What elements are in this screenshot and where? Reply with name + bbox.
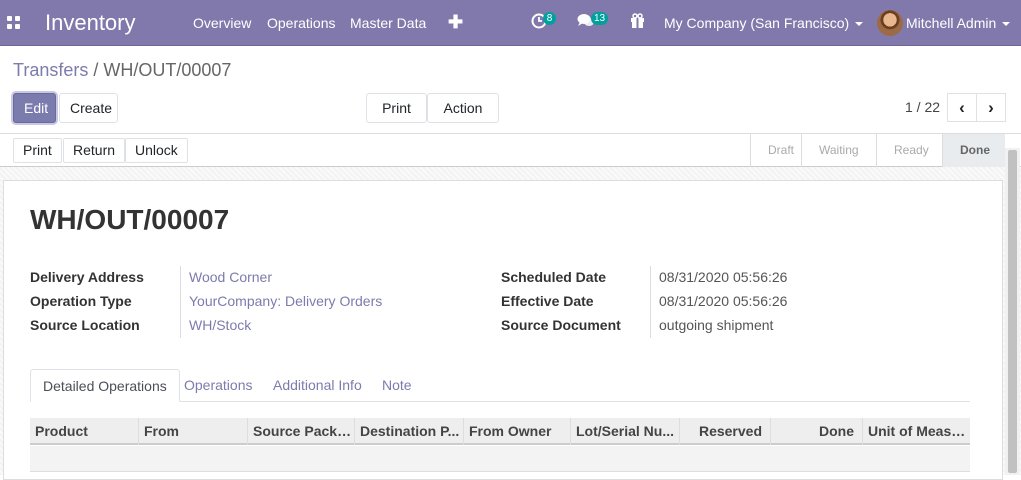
scrollbar-thumb[interactable]: [1008, 150, 1017, 473]
column-reserved[interactable]: Reserved: [680, 418, 771, 445]
delivery-address-value[interactable]: Wood Corner: [189, 269, 272, 285]
effective-date-value: 08/31/2020 05:56:26: [659, 293, 788, 309]
tab-operations[interactable]: Operations: [184, 369, 252, 402]
field-divider: [650, 266, 651, 338]
apps-menu-icon[interactable]: [7, 16, 20, 29]
column-product[interactable]: Product: [30, 418, 139, 445]
source-document-value: outgoing shipment: [659, 317, 774, 333]
breadcrumb: Transfers / WH/OUT/00007: [13, 60, 231, 81]
pager-value[interactable]: 1 / 22: [905, 99, 940, 115]
pager-next-button[interactable]: ›: [976, 93, 1006, 122]
action-dropdown[interactable]: Action: [427, 93, 499, 140]
top-navbar: Inventory Overview Operations Master Dat…: [0, 0, 1021, 46]
table-header: Product From Source Packa... Destination…: [30, 418, 970, 445]
column-unit-of-measure[interactable]: Unit of Measu...: [863, 418, 970, 445]
tab-additional-info[interactable]: Additional Info: [273, 369, 362, 402]
stage-waiting: Waiting: [801, 134, 876, 167]
activity-badge: 8: [543, 12, 556, 25]
user-menu[interactable]: Mitchell Admin: [906, 15, 1011, 31]
column-done[interactable]: Done: [771, 418, 863, 445]
tab-detailed-operations[interactable]: Detailed Operations: [30, 369, 180, 402]
user-avatar[interactable]: [877, 10, 903, 36]
delivery-address-label: Delivery Address: [30, 269, 144, 285]
return-button[interactable]: Return: [63, 138, 126, 163]
messages-badge: 13: [591, 12, 609, 25]
form-statusbar: Print Return Unlock Draft Waiting Ready …: [0, 134, 1021, 167]
source-location-label: Source Location: [30, 317, 140, 333]
effective-date-label: Effective Date: [501, 293, 594, 309]
action-label: Action: [443, 100, 483, 116]
company-name: My Company (San Francisco): [664, 15, 850, 31]
gift-icon[interactable]: [630, 13, 645, 33]
chevron-down-icon: [1002, 22, 1011, 27]
column-destination-package[interactable]: Destination P...: [355, 418, 464, 445]
stage-draft: Draft: [750, 134, 801, 167]
operation-type-value[interactable]: YourCompany: Delivery Orders: [189, 293, 382, 309]
scrollbar[interactable]: [1005, 148, 1020, 475]
operation-type-label: Operation Type: [30, 293, 132, 309]
column-from[interactable]: From: [139, 418, 248, 445]
print-button[interactable]: Print: [13, 138, 62, 163]
table-row: [30, 446, 970, 472]
notebook-tabs: Detailed Operations Operations Additiona…: [30, 369, 970, 402]
print-dropdown[interactable]: Print: [366, 93, 427, 140]
print-label: Print: [382, 100, 411, 116]
control-panel: Transfers / WH/OUT/00007 Edit Create Pri…: [0, 47, 1021, 140]
breadcrumb-separator: /: [93, 60, 99, 80]
app-name[interactable]: Inventory: [45, 10, 136, 36]
breadcrumb-transfers-link[interactable]: Transfers: [13, 60, 88, 80]
user-name: Mitchell Admin: [906, 15, 997, 31]
stage-ready: Ready: [876, 134, 942, 167]
chevron-down-icon: [855, 22, 864, 27]
column-source-package[interactable]: Source Packa...: [248, 418, 355, 445]
menu-overview[interactable]: Overview: [193, 15, 251, 31]
status-stages: Draft Waiting Ready Done: [750, 134, 1005, 167]
field-divider: [180, 266, 181, 338]
stage-done: Done: [942, 134, 1005, 167]
column-from-owner[interactable]: From Owner: [464, 418, 571, 445]
company-switcher[interactable]: My Company (San Francisco): [664, 15, 864, 31]
source-document-label: Source Document: [501, 317, 621, 333]
tab-note[interactable]: Note: [382, 369, 412, 402]
plus-icon[interactable]: ✚: [448, 12, 463, 33]
edit-button[interactable]: Edit: [13, 93, 56, 123]
scheduled-date-value: 08/31/2020 05:56:26: [659, 269, 788, 285]
record-title: WH/OUT/00007: [30, 204, 230, 235]
unlock-button[interactable]: Unlock: [125, 138, 188, 163]
menu-operations[interactable]: Operations: [267, 15, 335, 31]
breadcrumb-current: WH/OUT/00007: [103, 60, 232, 80]
pager-previous-button[interactable]: ‹: [947, 93, 977, 122]
scheduled-date-label: Scheduled Date: [501, 269, 607, 285]
menu-master-data[interactable]: Master Data: [350, 15, 426, 31]
column-lot-serial[interactable]: Lot/Serial Nu...: [571, 418, 680, 445]
source-location-value[interactable]: WH/Stock: [189, 317, 251, 333]
create-button[interactable]: Create: [59, 93, 118, 123]
